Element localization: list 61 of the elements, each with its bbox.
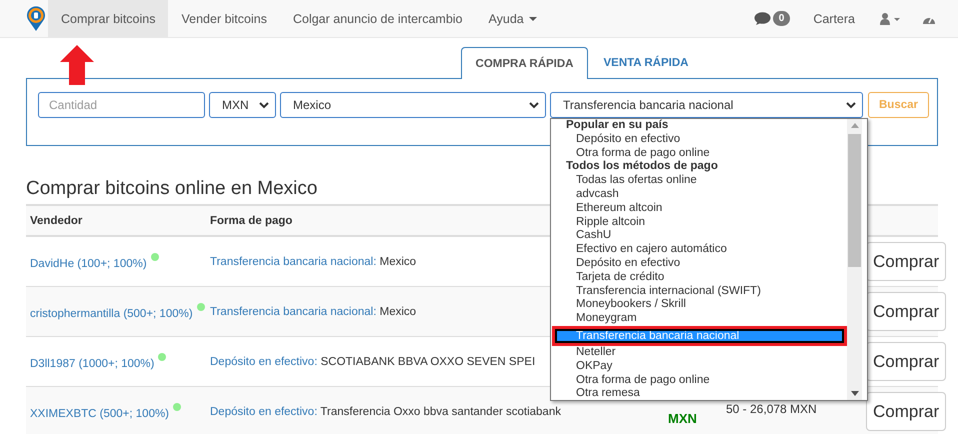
- dropdown-option[interactable]: Transferencia internacional (SWIFT): [551, 284, 847, 298]
- payment-detail: Transferencia Oxxo bbva santander scotiabank: [320, 406, 561, 418]
- dropdown-option[interactable]: Depósito en efectivo: [551, 256, 847, 271]
- currency-select[interactable]: MXN: [209, 92, 276, 118]
- buy-button[interactable]: Comprar: [866, 292, 946, 331]
- payment-method-select[interactable]: Transferencia bancaria nacional: [550, 92, 863, 118]
- tab[interactable]: VENTA RÁPIDA: [588, 46, 704, 78]
- payment-detail: SCOTIABANK BBVA OXXO SEVEN SPEI: [320, 356, 536, 368]
- buy-button[interactable]: Comprar: [866, 242, 946, 281]
- dropdown-option[interactable]: Moneybookers / Skrill: [551, 298, 847, 312]
- dropdown-option[interactable]: advcash: [551, 188, 847, 202]
- dropdown-option[interactable]: Ethereum altcoin: [551, 202, 847, 216]
- payment-method-link[interactable]: Transferencia bancaria nacional:: [210, 256, 376, 268]
- column-header: Forma de pago: [210, 214, 292, 226]
- seller-link[interactable]: XXIMEXBTC (500+; 100%): [30, 408, 170, 420]
- payment-method-link[interactable]: Depósito en efectivo:: [210, 406, 318, 418]
- scroll-down-icon[interactable]: [850, 391, 858, 396]
- payment-method-link[interactable]: Transferencia bancaria nacional:: [210, 306, 376, 318]
- scrollbar[interactable]: [847, 119, 862, 400]
- chat-icon[interactable]: [754, 12, 771, 26]
- dropdown-option[interactable]: CashU: [551, 229, 847, 244]
- dropdown-option[interactable]: Moneygram: [551, 312, 847, 326]
- tab[interactable]: COMPRA RÁPIDA: [460, 47, 588, 79]
- seller-link[interactable]: DavidHe (100+; 100%): [30, 258, 147, 270]
- chevron-down-icon: [529, 102, 539, 108]
- dropdown-option[interactable]: OKPay: [551, 360, 847, 374]
- wallet-link[interactable]: Cartera: [800, 0, 868, 37]
- option-group-label: Popular en su país: [565, 119, 670, 133]
- option-group-label: Todos los métodos de pago: [565, 160, 719, 174]
- scroll-up-icon[interactable]: [850, 123, 858, 128]
- country-select[interactable]: Mexico: [280, 92, 546, 118]
- limit-range: 50 - 26,078 MXN: [726, 402, 817, 416]
- dropdown-option[interactable]: Todas las ofertas online: [551, 174, 847, 188]
- currency-label: MXN: [668, 411, 697, 426]
- buy-button[interactable]: Comprar: [866, 392, 946, 431]
- section-heading: Comprar bitcoins online en Mexico: [26, 178, 318, 201]
- message-count-badge: 0: [772, 11, 790, 26]
- nav-link[interactable]: Colgar anuncio de intercambio: [280, 0, 476, 37]
- dropdown-option[interactable]: Tarjeta de crédito: [551, 270, 847, 285]
- seller-link[interactable]: D3ll1987 (1000+; 100%): [30, 358, 154, 370]
- nav-link[interactable]: Comprar bitcoins: [48, 0, 168, 37]
- dropdown-option[interactable]: Otra remesa: [551, 387, 847, 402]
- dropdown-option[interactable]: Neteller: [551, 346, 847, 360]
- logo-icon[interactable]: [26, 6, 46, 32]
- payment-detail: Mexico: [380, 306, 416, 318]
- buy-button[interactable]: Comprar: [866, 342, 946, 381]
- dropdown-option[interactable]: Efectivo en cajero automático: [551, 243, 847, 257]
- payment-method-link[interactable]: Depósito en efectivo:: [210, 356, 318, 368]
- chevron-down-icon: [259, 102, 269, 108]
- dropdown-option[interactable]: Depósito en efectivo: [551, 132, 847, 147]
- dropdown-option[interactable]: Ripple altcoin: [551, 216, 847, 230]
- amount-field[interactable]: Cantidad: [38, 92, 205, 118]
- payment-detail: Mexico: [380, 256, 416, 268]
- nav-link[interactable]: Ayuda: [476, 0, 550, 37]
- user-menu-icon[interactable]: [880, 12, 902, 24]
- column-header: Vendedor: [30, 214, 82, 226]
- dropdown-option[interactable]: Otra forma de pago online: [551, 374, 847, 388]
- seller-link[interactable]: cristophermantilla (500+; 100%): [30, 308, 193, 320]
- chevron-down-icon: [846, 102, 856, 108]
- dropdown-option[interactable]: Otra forma de pago online: [551, 146, 847, 160]
- nav-link[interactable]: Vender bitcoins: [168, 0, 280, 37]
